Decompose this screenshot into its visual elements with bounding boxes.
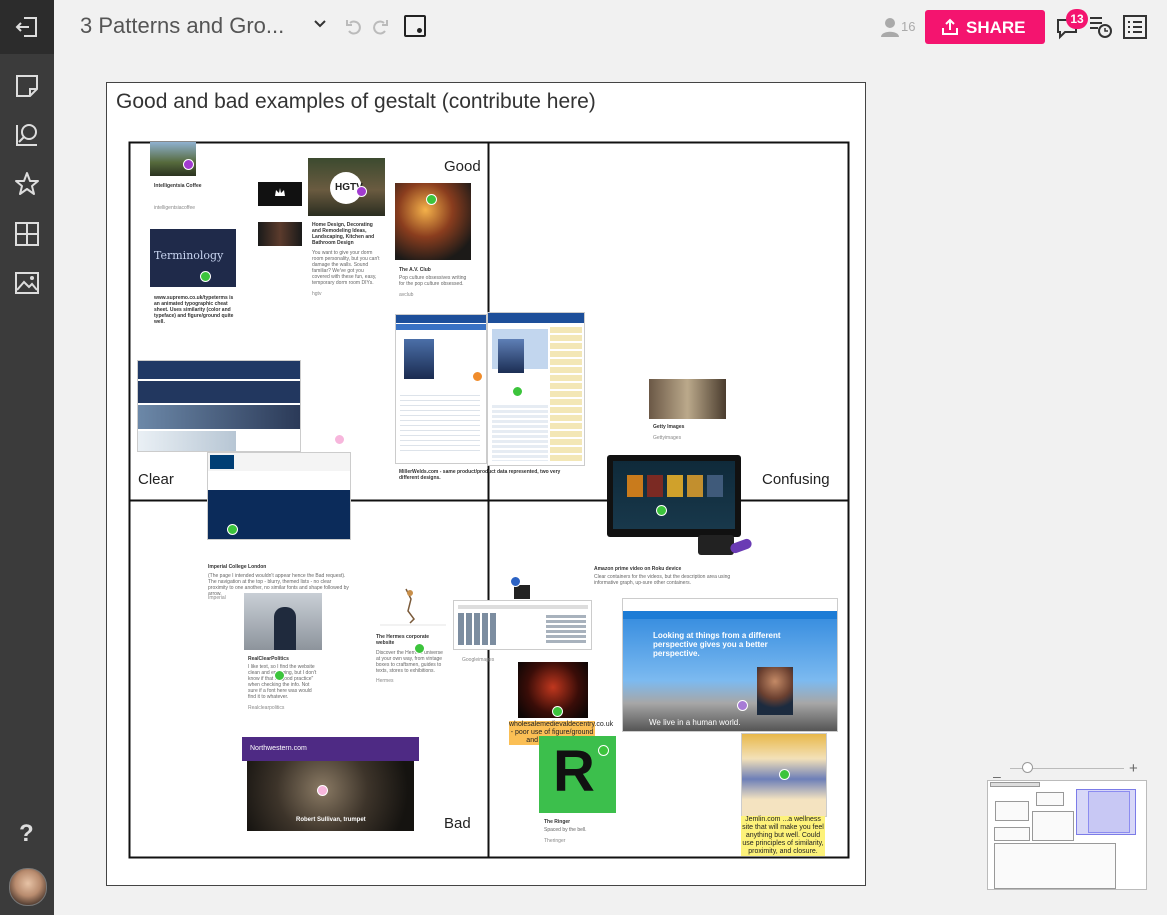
vote-dot bbox=[334, 434, 345, 445]
vote-dot bbox=[356, 186, 367, 197]
zoom-in-icon[interactable]: + bbox=[1129, 760, 1138, 777]
vote-dot bbox=[472, 371, 483, 382]
vote-dot bbox=[512, 386, 523, 397]
card-hgtv-image[interactable]: HGTV bbox=[308, 158, 385, 216]
card-ringer-desc: Spaced by the bell. bbox=[544, 827, 587, 833]
card-millerwelds-screenshot-2[interactable] bbox=[487, 312, 585, 466]
vote-dot bbox=[274, 670, 285, 681]
vote-dot bbox=[598, 745, 609, 756]
card-amazon-roku-image[interactable] bbox=[590, 455, 754, 565]
card-millerwelds-desc: MillerWelds.com - same product/product d… bbox=[399, 469, 561, 481]
card-amazon-title: Amazon prime video on Roku device bbox=[594, 566, 682, 572]
card-hgtv-desc: You want to give your dorm room personal… bbox=[312, 250, 380, 286]
card-realclear-source: Realclearpolitics bbox=[248, 705, 285, 711]
card-getty-title: Getty Images bbox=[653, 424, 685, 430]
vote-dot bbox=[183, 159, 194, 170]
card-hgtv-title: Home Design, Decorating and Remodeling I… bbox=[312, 222, 375, 246]
card-realclear-title: RealClearPolitics bbox=[248, 656, 289, 662]
healthwealth-headline: Looking at things from a different persp… bbox=[653, 631, 781, 658]
typeterms-logo: Terminology bbox=[154, 249, 224, 262]
card-avclub-title: The A.V. Club bbox=[399, 267, 431, 273]
card-avclub-source: avclub bbox=[399, 292, 414, 298]
vote-dot bbox=[779, 769, 790, 780]
card-avclub-desc: Pop culture obsessives writing for the p… bbox=[399, 275, 467, 287]
card-realclear-image[interactable] bbox=[244, 593, 322, 650]
card-dark-site-image[interactable] bbox=[258, 222, 302, 246]
card-crown-logo[interactable] bbox=[258, 182, 302, 206]
card-healthwealth-screenshot[interactable]: Looking at things from a different persp… bbox=[622, 598, 838, 732]
vote-dot bbox=[200, 271, 211, 282]
card-hgtv-source: hgtv bbox=[312, 291, 322, 297]
axis-label-bad: Bad bbox=[442, 815, 473, 832]
card-getty-source: Gettyimages bbox=[653, 435, 682, 441]
axis-label-clear: Clear bbox=[136, 471, 176, 488]
card-cars-website[interactable] bbox=[137, 360, 301, 452]
vote-dot bbox=[227, 524, 238, 535]
northwestern-header: Northwestern.com bbox=[250, 745, 307, 752]
card-hermes-source: Hermes bbox=[376, 678, 394, 684]
card-millerwelds-screenshot-1[interactable] bbox=[395, 314, 487, 464]
vote-dot bbox=[656, 505, 667, 516]
zoom-slider-handle[interactable] bbox=[1022, 762, 1033, 773]
card-northwestern-screenshot[interactable]: Northwestern.com Robert Sullivan, trumpe… bbox=[242, 737, 419, 831]
card-hermes-title: The Hermes corporate website bbox=[376, 634, 430, 646]
vote-dot bbox=[737, 700, 748, 711]
card-realclear-desc: I like text, so I find the website clean… bbox=[248, 664, 317, 700]
card-hermes-image[interactable] bbox=[378, 585, 448, 631]
ringer-logo-letter: R bbox=[553, 739, 595, 804]
card-intelligentsia-title: Intelligentsia Coffee bbox=[154, 183, 202, 189]
card-getty-image[interactable] bbox=[649, 379, 726, 419]
vote-dot bbox=[317, 785, 328, 796]
northwestern-caption: Robert Sullivan, trumpet bbox=[296, 817, 366, 823]
vote-dot bbox=[426, 194, 437, 205]
vote-dot bbox=[414, 643, 425, 654]
card-googleimages-screenshot[interactable] bbox=[453, 600, 592, 650]
card-intelligentsia-source: intelligentsiacoffee bbox=[154, 205, 196, 211]
axis-label-confusing: Confusing bbox=[760, 471, 832, 488]
card-imperial-title: Imperial College London bbox=[208, 564, 267, 570]
sticky-note-jemlin[interactable]: Jemlin.com ...a wellness site that will … bbox=[741, 816, 825, 856]
vote-dot bbox=[552, 706, 563, 717]
axis-label-good: Good bbox=[442, 158, 483, 175]
vote-dot bbox=[510, 576, 521, 587]
card-amazon-desc: Clear containers for the videos, but the… bbox=[594, 574, 731, 586]
healthwealth-tagline: We live in a human world. bbox=[649, 718, 741, 727]
card-typeterms-desc: www.supremo.co.uk/typeterms is an animat… bbox=[154, 295, 234, 325]
card-hermes-desc: Discover the Hermes universe at your own… bbox=[376, 650, 443, 674]
card-ringer-title: The Ringer bbox=[544, 819, 571, 825]
card-typeterms-image[interactable]: Terminology bbox=[150, 229, 236, 287]
card-small-thumbnail[interactable] bbox=[514, 585, 530, 599]
board-minimap[interactable] bbox=[987, 780, 1147, 890]
card-ringer-source: Theringer bbox=[544, 838, 566, 844]
